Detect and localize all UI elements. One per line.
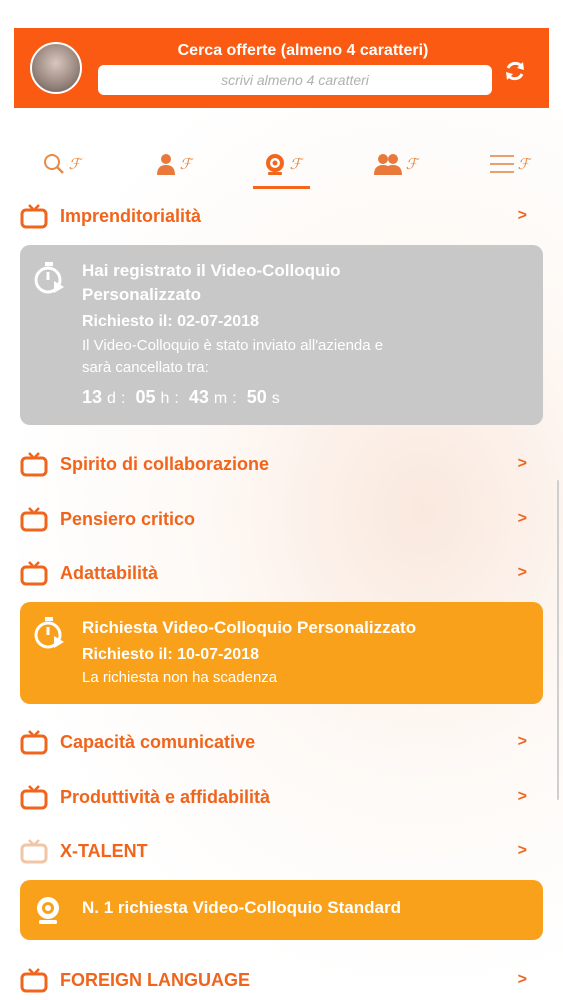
tab-search-suffix: ℱ [68,155,81,173]
countdown-days-unit: d [107,390,116,407]
search-input[interactable] [98,65,492,95]
list-item-label: FOREIGN LANGUAGE [60,969,251,990]
list-item-foreign-language[interactable]: FOREIGN LANGUAGE > [20,960,543,1000]
tab-bar: ℱ ℱ ℱ ℱ ℱ [0,140,563,190]
active-tab-indicator [253,186,310,189]
countdown-minutes-unit: m [213,390,228,407]
tv-icon [20,839,48,864]
list-item-label: Capacità comunicative [60,731,256,752]
list-item-label: Imprenditorialità [60,205,202,226]
countdown-timer: 13 d : 05 h : 43 m : 50 s [82,387,280,408]
tab-menu-suffix: ℱ [517,155,530,173]
card-title: N. 1 richiesta Video-Colloquio Standard [82,898,401,917]
tab-profile[interactable]: ℱ [138,140,208,188]
list-item-capacita[interactable]: Capacità comunicative > [20,722,543,762]
list-item-label: Produttività e affidabilità [60,786,271,807]
avatar[interactable] [30,42,82,94]
chevron-right-icon: > [517,971,527,988]
tv-icon [20,507,48,532]
tab-profile-suffix: ℱ [179,155,192,173]
user-icon [156,154,175,175]
card-requested-date: Richiesto il: 10-07-2018 [82,646,259,663]
tv-icon [20,204,48,229]
video-standard-card[interactable]: N. 1 richiesta Video-Colloquio Standard [20,880,543,940]
chevron-right-icon: > [517,564,527,581]
webcam-icon [37,897,59,924]
group-icon [373,154,402,175]
refresh-icon[interactable] [502,58,528,84]
tab-video-suffix: ℱ [289,155,302,173]
stopwatch-icon [34,617,64,649]
video-request-card[interactable]: Richiesta Video-Colloquio Personalizzato… [20,602,543,704]
list-item-label: Spirito di collaborazione [60,453,270,474]
tab-menu[interactable]: ℱ [474,140,544,188]
menu-icon [489,155,514,173]
tab-groups[interactable]: ℱ [360,140,430,188]
tv-icon [20,730,48,755]
search-header: Cerca offerte (almeno 4 caratteri) [14,28,549,108]
tab-search[interactable]: ℱ [26,140,96,188]
search-icon [43,154,64,174]
tab-video[interactable]: ℱ [247,140,317,188]
chevron-right-icon: > [517,207,527,224]
scrollbar[interactable] [557,480,559,800]
list-item-label: X-TALENT [60,840,148,861]
tv-icon [20,968,48,993]
countdown-seconds-unit: s [271,390,280,407]
card-message-line2: sarà cancellato tra: [82,359,209,376]
countdown-days: 13 [82,387,103,407]
card-title: Richiesta Video-Colloquio Personalizzato [82,618,417,637]
card-note: La richiesta non ha scadenza [82,669,278,686]
list-item-imprenditorialita[interactable]: Imprenditorialità > [20,196,543,236]
countdown-hours: 05 [135,387,156,407]
chevron-right-icon: > [517,788,527,805]
chevron-right-icon: > [517,733,527,750]
chevron-right-icon: > [517,455,527,472]
video-registered-card[interactable]: Hai registrato il Video-Colloquio Person… [20,245,543,425]
countdown-seconds: 50 [246,387,267,407]
list-item-xtalent[interactable]: X-TALENT > [20,831,543,871]
list-item-spirito[interactable]: Spirito di collaborazione > [20,444,543,484]
tv-icon [20,785,48,810]
list-item-label: Pensiero critico [60,508,196,529]
countdown-separator: : [120,390,126,407]
card-title-line1: Hai registrato il Video-Colloquio [82,261,341,280]
stopwatch-icon [34,262,64,294]
tab-groups-suffix: ℱ [405,155,418,173]
countdown-hours-unit: h [160,390,170,407]
list-item-pensiero[interactable]: Pensiero critico > [20,499,543,539]
tv-icon [20,561,48,586]
card-title-line2: Personalizzato [82,285,202,304]
countdown-separator: : [232,390,237,407]
webcam-icon [265,154,284,175]
countdown-separator: : [174,390,179,407]
countdown-minutes: 43 [188,387,209,407]
card-message-line1: Il Video-Colloquio è stato inviato all'a… [82,337,384,354]
list-item-label: Adattabilità [60,562,159,583]
card-requested-date: Richiesto il: 02-07-2018 [82,313,259,330]
list-item-produttivita[interactable]: Produttività e affidabilità > [20,777,543,817]
list-item-adattabilita[interactable]: Adattabilità > [20,553,543,593]
search-title: Cerca offerte (almeno 4 caratteri) [177,42,429,59]
chevron-right-icon: > [517,510,527,527]
tv-icon [20,452,48,477]
chevron-right-icon: > [517,842,527,859]
